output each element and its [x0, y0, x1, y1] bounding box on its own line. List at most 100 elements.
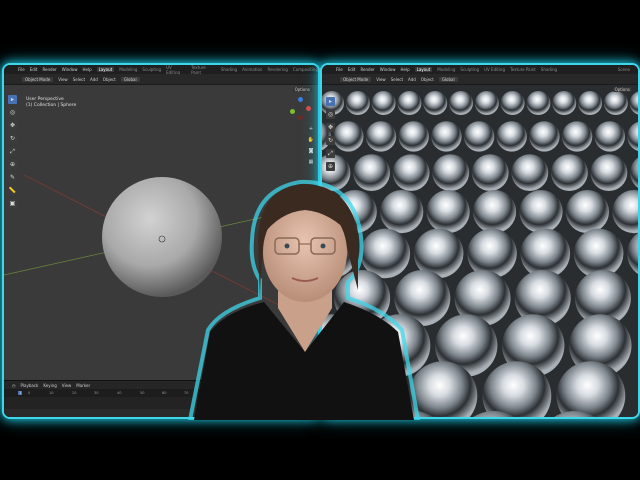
menu-file[interactable]: File	[18, 67, 25, 72]
tab-compositing[interactable]: Compositing	[293, 67, 318, 72]
select-box-icon[interactable]: ▸	[326, 97, 335, 106]
tab-sculpting[interactable]: Sculpting	[460, 67, 479, 72]
tab-sculpting[interactable]: Sculpting	[142, 67, 161, 72]
chrome-sphere	[472, 190, 517, 234]
tab-modeling[interactable]: Modeling	[437, 67, 455, 72]
frame-tick: 60	[162, 391, 167, 395]
add-cube-icon[interactable]: ▣	[8, 199, 17, 208]
rotate-icon[interactable]: ↻	[8, 134, 17, 143]
object-mode-dropdown[interactable]: Object Mode	[340, 76, 372, 82]
cursor-icon[interactable]: ◎	[326, 110, 335, 119]
left-viewport-header: Object Mode View Select Add Object Globa…	[4, 74, 318, 85]
presenter-photo	[187, 179, 421, 420]
chrome-sphere	[431, 121, 462, 152]
select-menu[interactable]: Select	[73, 77, 85, 82]
chrome-sphere	[467, 228, 517, 279]
transform-orientation-dropdown[interactable]: Global	[438, 76, 458, 82]
chrome-sphere	[500, 91, 525, 115]
frame-tick: 50	[140, 391, 145, 395]
scene-selector[interactable]: Scene	[618, 67, 630, 72]
chrome-sphere	[365, 121, 397, 152]
chrome-sphere	[371, 91, 396, 115]
camera-icon[interactable]: ◙	[307, 147, 315, 155]
grid-icon[interactable]: ▦	[307, 158, 315, 166]
zoom-icon[interactable]: +	[307, 125, 315, 133]
cursor-icon[interactable]: ◎	[8, 108, 17, 117]
menu-edit[interactable]: Edit	[30, 67, 38, 72]
chrome-sphere	[526, 91, 551, 115]
right-top-menubar: File Edit Render Window Help Layout Mode…	[322, 65, 638, 74]
clock-icon[interactable]: ◷	[12, 383, 16, 388]
menu-help[interactable]: Help	[82, 67, 91, 72]
tab-modeling[interactable]: Modeling	[119, 67, 137, 72]
tab-shading[interactable]: Shading	[541, 67, 557, 72]
tab-texture-paint[interactable]: Texture Paint	[191, 65, 216, 75]
move-icon[interactable]: ✥	[326, 123, 335, 132]
chrome-sphere	[561, 121, 593, 152]
z-axis-icon[interactable]	[298, 97, 303, 102]
object-mode-dropdown[interactable]: Object Mode	[22, 76, 54, 82]
keying-menu[interactable]: Keying	[43, 383, 56, 388]
y-axis-icon[interactable]	[290, 109, 295, 114]
chrome-sphere	[463, 121, 495, 152]
chrome-sphere	[565, 190, 609, 234]
viewport-nav-buttons: + ✋ ◙ ▦	[307, 125, 315, 166]
menu-edit[interactable]: Edit	[348, 67, 356, 72]
select-box-icon[interactable]: ▸	[8, 95, 17, 104]
playback-menu[interactable]: Playback	[21, 383, 39, 388]
chrome-sphere	[511, 154, 549, 191]
chrome-sphere	[449, 91, 473, 115]
chrome-sphere	[432, 154, 470, 191]
menu-window[interactable]: Window	[62, 67, 78, 72]
menu-render[interactable]: Render	[42, 67, 56, 72]
add-menu[interactable]: Add	[408, 77, 416, 82]
marker-menu[interactable]: Marker	[76, 383, 90, 388]
options-button[interactable]: Options	[292, 87, 312, 92]
transform-orientation-dropdown[interactable]: Global	[120, 76, 140, 82]
tab-rendering[interactable]: Rendering	[267, 67, 287, 72]
chrome-sphere	[471, 154, 509, 191]
rotate-icon[interactable]: ↻	[326, 136, 335, 145]
frame-tick: 0	[28, 391, 31, 395]
view-menu[interactable]: View	[376, 77, 386, 82]
chrome-sphere	[333, 121, 364, 152]
tab-uv-editing[interactable]: UV Editing	[484, 67, 505, 72]
scale-icon[interactable]: ⤢	[326, 149, 335, 158]
timeline-view-menu[interactable]: View	[62, 383, 72, 388]
view-menu[interactable]: View	[58, 77, 68, 82]
tab-shading[interactable]: Shading	[221, 67, 237, 72]
navigation-gizmo[interactable]	[288, 97, 312, 121]
tab-uv-editing[interactable]: UV Editing	[166, 65, 186, 75]
menu-render[interactable]: Render	[360, 67, 374, 72]
neg-x-axis-icon[interactable]	[298, 115, 303, 120]
x-axis-icon[interactable]	[306, 106, 311, 111]
chrome-sphere	[551, 154, 588, 191]
chrome-sphere	[519, 190, 563, 234]
chrome-sphere	[603, 91, 628, 115]
tab-layout[interactable]: Layout	[414, 67, 433, 72]
pan-hand-icon[interactable]: ✋	[307, 136, 315, 144]
tool-shelf: ▸ ◎ ✥ ↻ ⤢ ⊕ ✎ 📏 ▣	[8, 95, 19, 208]
object-menu[interactable]: Object	[421, 77, 434, 82]
object-menu[interactable]: Object	[103, 77, 116, 82]
menu-window[interactable]: Window	[380, 67, 396, 72]
tab-animation[interactable]: Animation	[242, 67, 262, 72]
menu-help[interactable]: Help	[400, 67, 409, 72]
chrome-sphere	[529, 121, 560, 152]
measure-icon[interactable]: 📏	[8, 186, 17, 195]
move-icon[interactable]: ✥	[8, 121, 17, 130]
scale-icon[interactable]: ⤢	[8, 147, 17, 156]
options-button[interactable]: Options	[612, 87, 632, 92]
viewport-info: User Perspective (1) Collection | Sphere	[26, 97, 76, 109]
add-menu[interactable]: Add	[90, 77, 98, 82]
tab-texture-paint[interactable]: Texture Paint	[510, 67, 536, 72]
chrome-sphere	[552, 91, 577, 115]
select-menu[interactable]: Select	[391, 77, 403, 82]
chrome-sphere	[426, 190, 470, 234]
annotate-icon[interactable]: ✎	[8, 173, 17, 182]
tab-layout[interactable]: Layout	[96, 67, 115, 72]
chrome-sphere	[496, 121, 527, 152]
menu-file[interactable]: File	[336, 67, 343, 72]
transform-icon[interactable]: ⊕	[8, 160, 17, 169]
current-frame-indicator[interactable]: 1	[18, 391, 23, 395]
